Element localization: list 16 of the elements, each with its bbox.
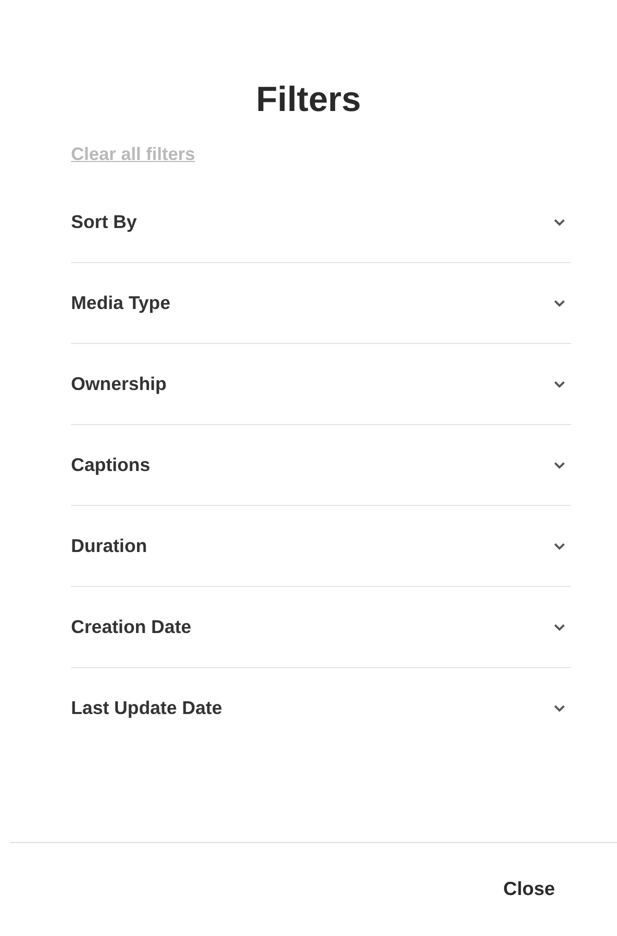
filter-section-header[interactable]: Sort By [71,182,571,262]
chevron-down-icon [554,624,565,630]
filter-section-header[interactable]: Duration [71,506,571,586]
close-button[interactable]: Close [493,872,565,906]
filter-section-header[interactable]: Ownership [71,344,571,424]
filter-section-header[interactable]: Creation Date [71,587,571,667]
chevron-down-icon [554,542,565,550]
chevron-down-icon [554,380,565,388]
dialog-title: Filters [254,79,362,121]
chevron-down-icon [554,704,565,712]
chevron-down-icon [554,218,565,226]
filter-section-header[interactable]: Captions [71,425,571,505]
filter-section-header[interactable]: Media Type [71,263,571,343]
chevron-down-icon [554,300,565,306]
chevron-down-icon [554,462,565,468]
filter-section-header[interactable]: Last Update Date [71,668,571,748]
